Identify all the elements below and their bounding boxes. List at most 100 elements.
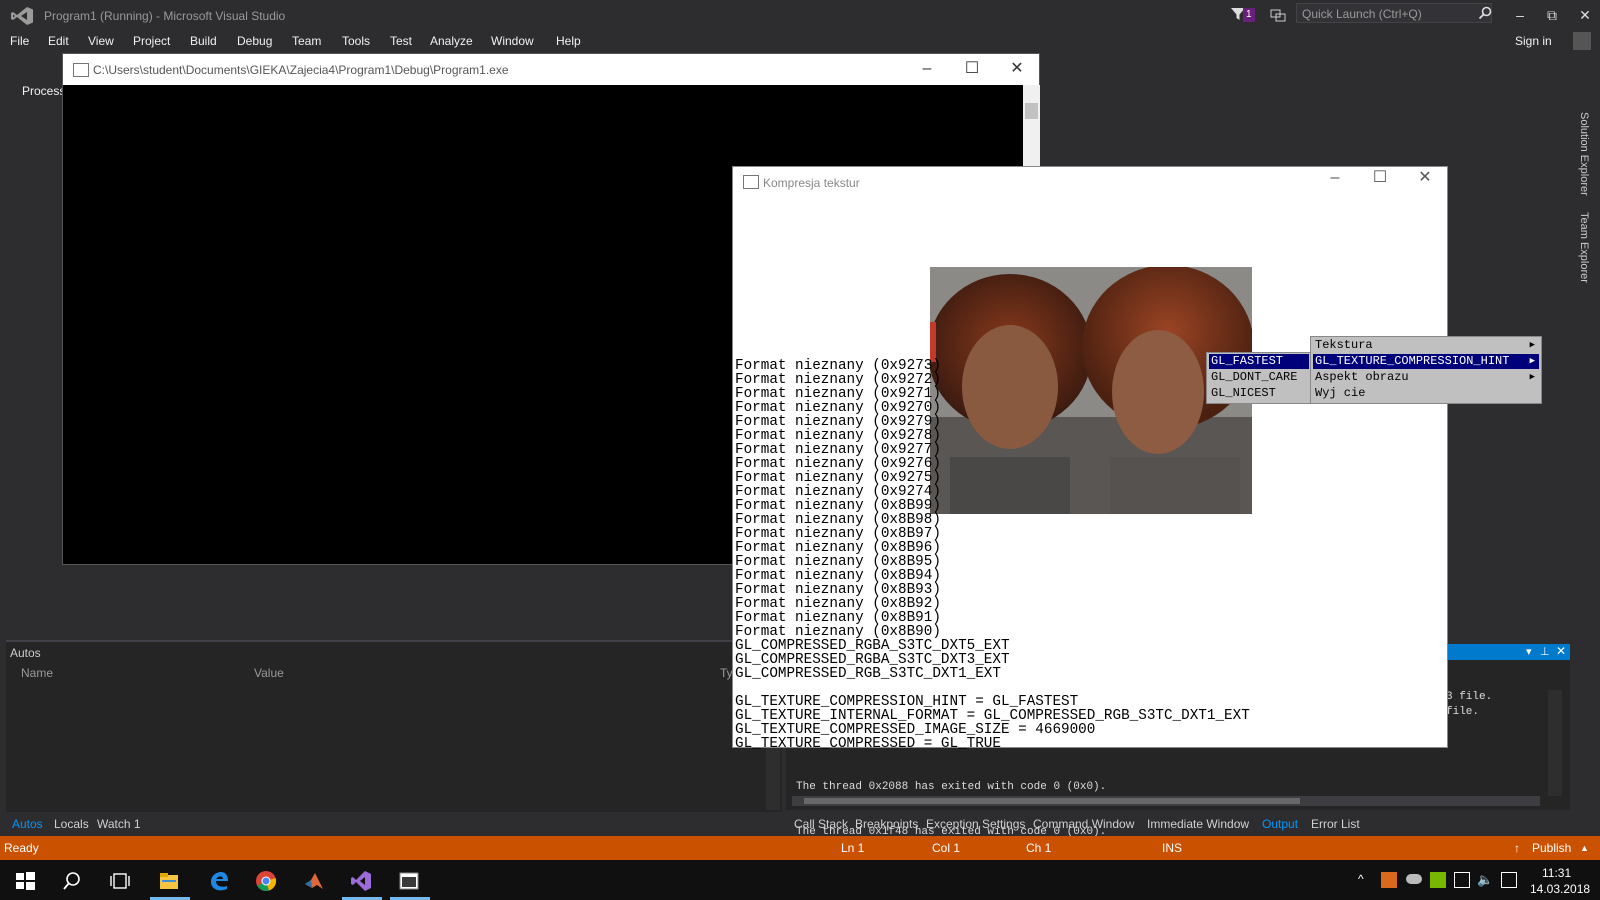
menu-item[interactable]: Aspekt obrazu ▶ (1313, 370, 1539, 385)
gl-text-line: GL_TEXTURE_COMPRESSED = GL_TRUE (735, 736, 1001, 752)
restore-icon[interactable]: ⧉ (1537, 5, 1567, 25)
tab-exception-settings[interactable]: Exception Settings (926, 817, 1025, 831)
tab-immediate-window[interactable]: Immediate Window (1147, 817, 1249, 831)
gl-text-line: Format nieznany (0x9276) (735, 456, 941, 472)
nvidia-icon[interactable] (1430, 872, 1446, 888)
tab-breakpoints[interactable]: Breakpoints (855, 817, 918, 831)
gl-text-line: Format nieznany (0x8B94) (735, 568, 941, 584)
menu-analyze[interactable]: Analyze (430, 34, 473, 48)
output-vertical-scrollbar[interactable] (1548, 690, 1562, 796)
minimize-icon[interactable]: – (1505, 5, 1535, 25)
menu-tools[interactable]: Tools (342, 34, 370, 48)
clock-time[interactable]: 11:31 (1542, 866, 1571, 880)
network-icon[interactable] (1454, 872, 1470, 888)
gl-text-line: GL_COMPRESSED_RGBA_S3TC_DXT5_EXT (735, 638, 1010, 654)
account-icon[interactable] (1573, 32, 1591, 50)
task-view-icon[interactable] (109, 870, 131, 892)
gl-text-line: Format nieznany (0x8B92) (735, 596, 941, 612)
minimize-icon[interactable]: – (907, 58, 947, 80)
console-app-icon[interactable] (398, 870, 420, 892)
menu-team[interactable]: Team (292, 34, 321, 48)
tab-command-window[interactable]: Command Window (1033, 817, 1134, 831)
tab-locals[interactable]: Locals (54, 817, 89, 831)
submenu-item[interactable]: GL_NICEST (1209, 386, 1309, 401)
menu-edit[interactable]: Edit (48, 34, 69, 48)
tab-call-stack[interactable]: Call Stack (794, 817, 848, 831)
submenu-item[interactable]: GL_FASTEST (1209, 354, 1309, 369)
action-center-icon[interactable] (1501, 872, 1517, 888)
solution-explorer-tab[interactable]: Solution Explorer (1578, 112, 1590, 196)
gl-text-line: Format nieznany (0x8B95) (735, 554, 941, 570)
scroll-thumb[interactable] (1025, 103, 1038, 119)
close-icon[interactable]: ✕ (1405, 167, 1445, 189)
gl-text-line: GL_TEXTURE_COMPRESSED_IMAGE_SIZE = 46690… (735, 722, 1096, 738)
autos-title: Autos (10, 646, 41, 660)
chevron-up-icon[interactable]: ▲ (1580, 843, 1589, 853)
menu-item[interactable]: Tekstura ▶ (1313, 338, 1539, 353)
windows-start-icon[interactable] (14, 870, 36, 892)
tab-output[interactable]: Output (1262, 817, 1298, 831)
close-icon[interactable]: ✕ (1570, 5, 1600, 25)
onedrive-icon[interactable] (1406, 874, 1422, 884)
minimize-icon[interactable]: – (1315, 167, 1355, 189)
edge-browser-icon[interactable] (208, 870, 230, 892)
window-icon (743, 175, 759, 189)
maximize-icon[interactable]: ☐ (1360, 167, 1400, 189)
publish-icon[interactable]: ↑ (1514, 841, 1520, 855)
feedback-icon[interactable] (1270, 7, 1286, 23)
context-menu: Tekstura ▶ GL_TEXTURE_COMPRESSION_HINT ▶ Asp… (1310, 336, 1542, 404)
menu-view[interactable]: View (88, 34, 114, 48)
console-title: C:\Users\student\Documents\GIEKA\Zajecia… (93, 63, 509, 77)
tab-error-list[interactable]: Error List (1311, 817, 1360, 831)
menu-help[interactable]: Help (556, 34, 581, 48)
menu-item[interactable]: Wyj cie (1313, 386, 1539, 401)
menu-item[interactable]: GL_TEXTURE_COMPRESSION_HINT ▶ (1313, 354, 1539, 369)
process-label: Process (22, 84, 66, 98)
search-icon[interactable] (61, 870, 83, 892)
publish-button[interactable]: Publish (1532, 841, 1571, 855)
quick-launch-input[interactable]: Quick Launch (Ctrl+Q) (1296, 3, 1492, 23)
search-icon[interactable] (1478, 6, 1492, 20)
gl-text-line: Format nieznany (0x9275) (735, 470, 941, 486)
menu-project[interactable]: Project (133, 34, 170, 48)
gl-text-line: Format nieznany (0x8B91) (735, 610, 941, 626)
hint-submenu: GL_FASTEST GL_DONT_CARE GL_NICEST (1206, 352, 1312, 404)
menu-debug[interactable]: Debug (237, 34, 272, 48)
output-partial-line: file. (1446, 706, 1480, 718)
gl-text-line: Format nieznany (0x8B90) (735, 624, 941, 640)
menu-item-label: Tekstura (1315, 338, 1373, 352)
gl-text-line: Format nieznany (0x8B99) (735, 498, 941, 514)
menu-build[interactable]: Build (190, 34, 217, 48)
gl-text-line: GL_TEXTURE_COMPRESSION_HINT = GL_FASTEST (735, 694, 1079, 710)
pin-icon[interactable]: ⊥ (1540, 645, 1550, 658)
output-horizontal-scrollbar[interactable] (792, 796, 1540, 806)
file-explorer-icon[interactable] (158, 870, 180, 892)
menu-window[interactable]: Window (491, 34, 534, 48)
visual-studio-icon[interactable] (350, 870, 372, 892)
gl-text-line: Format nieznany (0x8B93) (735, 582, 941, 598)
column-header-name[interactable]: Name (21, 666, 53, 680)
chevron-up-icon[interactable]: ^ (1358, 872, 1374, 888)
menu-file[interactable]: File (10, 34, 29, 48)
sign-in-link[interactable]: Sign in (1515, 34, 1552, 48)
gl-text-line: Format nieznany (0x8B98) (735, 512, 941, 528)
tab-autos[interactable]: Autos (12, 817, 43, 831)
volume-icon[interactable]: 🔈 (1477, 872, 1493, 888)
dropdown-icon[interactable]: ▾ (1526, 645, 1532, 658)
scroll-thumb[interactable] (804, 798, 1300, 804)
maximize-icon[interactable]: ☐ (952, 58, 992, 80)
console-title-bar[interactable]: C:\Users\student\Documents\GIEKA\Zajecia… (63, 54, 1039, 85)
tab-watch-1[interactable]: Watch 1 (97, 817, 141, 831)
close-icon[interactable]: ✕ (997, 58, 1037, 80)
column-header-value[interactable]: Value (254, 666, 284, 680)
menu-test[interactable]: Test (390, 34, 412, 48)
column-header-type[interactable]: Ty (720, 666, 733, 680)
java-update-icon[interactable] (1381, 872, 1397, 888)
clock-date[interactable]: 14.03.2018 (1530, 882, 1590, 896)
submenu-item[interactable]: GL_DONT_CARE (1209, 370, 1309, 385)
notification-count-badge[interactable]: 1 (1243, 8, 1255, 22)
close-icon[interactable]: ✕ (1556, 644, 1566, 658)
chrome-browser-icon[interactable] (255, 870, 277, 892)
team-explorer-tab[interactable]: Team Explorer (1578, 212, 1590, 283)
matlab-icon[interactable] (303, 870, 325, 892)
